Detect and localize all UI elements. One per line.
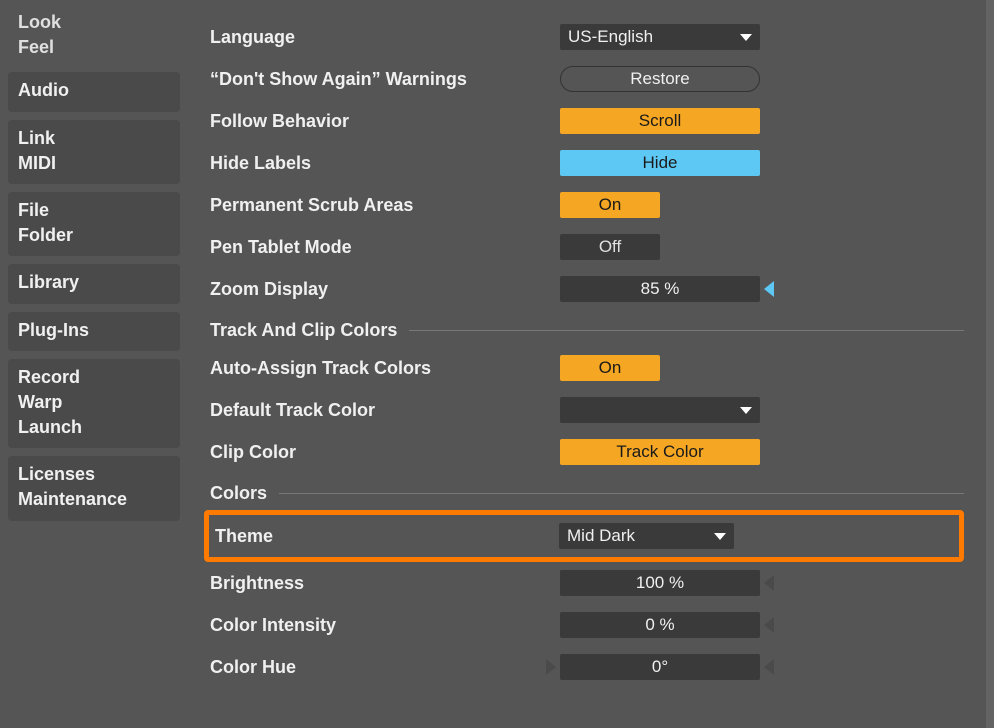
warnings-label: “Don't Show Again” Warnings: [210, 69, 560, 90]
main-panel: Language US-English “Don't Show Again” W…: [180, 0, 994, 728]
default-track-label: Default Track Color: [210, 400, 560, 421]
intensity-label: Color Intensity: [210, 615, 560, 636]
theme-dropdown[interactable]: Mid Dark: [559, 523, 734, 549]
section-colors: Colors: [210, 483, 267, 504]
default-track-color-dropdown[interactable]: [560, 397, 760, 423]
sidebar-item-file-folder[interactable]: File Folder: [8, 192, 180, 256]
section-track-clip: Track And Clip Colors: [210, 320, 397, 341]
intensity-slider[interactable]: 0 %: [560, 612, 760, 638]
zoom-slider[interactable]: 85 %: [560, 276, 760, 302]
autoassign-toggle[interactable]: On: [560, 355, 660, 381]
sidebar-item-look-feel[interactable]: Look Feel: [8, 10, 180, 64]
sidebar: Look Feel Audio Link MIDI File Folder Li…: [0, 0, 180, 728]
brightness-slider[interactable]: 100 %: [560, 570, 760, 596]
autoassign-label: Auto-Assign Track Colors: [210, 358, 560, 379]
hide-labels-label: Hide Labels: [210, 153, 560, 174]
hide-labels-toggle[interactable]: Hide: [560, 150, 760, 176]
theme-label: Theme: [215, 526, 559, 547]
hue-label: Color Hue: [210, 657, 560, 678]
slider-handle-icon[interactable]: [764, 659, 774, 675]
sidebar-item-library[interactable]: Library: [8, 264, 180, 303]
chevron-down-icon: [714, 533, 726, 540]
language-dropdown[interactable]: US-English: [560, 24, 760, 50]
follow-toggle[interactable]: Scroll: [560, 108, 760, 134]
sidebar-item-audio[interactable]: Audio: [8, 72, 180, 111]
pen-label: Pen Tablet Mode: [210, 237, 560, 258]
scrub-toggle[interactable]: On: [560, 192, 660, 218]
slider-handle-icon[interactable]: [764, 575, 774, 591]
restore-button[interactable]: Restore: [560, 66, 760, 92]
slider-handle-icon[interactable]: [764, 617, 774, 633]
brightness-label: Brightness: [210, 573, 560, 594]
scrub-label: Permanent Scrub Areas: [210, 195, 560, 216]
zoom-label: Zoom Display: [210, 279, 560, 300]
chevron-down-icon: [740, 34, 752, 41]
slider-handle-icon[interactable]: [764, 281, 774, 297]
pen-toggle[interactable]: Off: [560, 234, 660, 260]
sidebar-item-licenses-maintenance[interactable]: Licenses Maintenance: [8, 456, 180, 520]
follow-label: Follow Behavior: [210, 111, 560, 132]
slider-handle-icon[interactable]: [546, 659, 556, 675]
hue-slider[interactable]: 0°: [560, 654, 760, 680]
sidebar-item-link-midi[interactable]: Link MIDI: [8, 120, 180, 184]
sidebar-item-record-warp-launch[interactable]: Record Warp Launch: [8, 359, 180, 449]
chevron-down-icon: [740, 407, 752, 414]
clip-color-toggle[interactable]: Track Color: [560, 439, 760, 465]
right-edge: [986, 0, 994, 728]
language-label: Language: [210, 27, 560, 48]
theme-highlight: Theme Mid Dark: [204, 510, 964, 562]
clip-color-label: Clip Color: [210, 442, 560, 463]
sidebar-item-plugins[interactable]: Plug-Ins: [8, 312, 180, 351]
